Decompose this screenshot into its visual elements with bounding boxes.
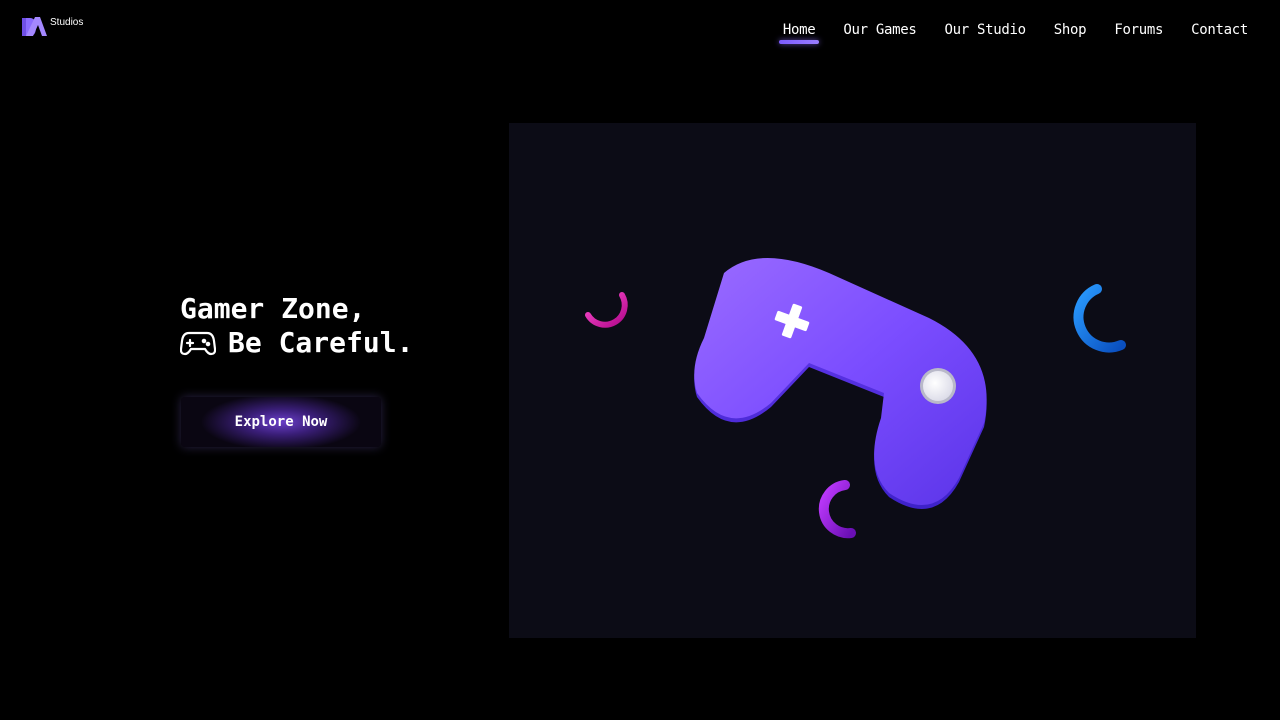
- hero-line-2-text: Be Careful.: [228, 326, 414, 359]
- main-nav: Home Our Games Our Studio Shop Forums Co…: [778, 22, 1252, 44]
- nav-item-contact[interactable]: Contact: [1187, 22, 1252, 42]
- hero-title: Gamer Zone, Be Careful.: [180, 292, 413, 360]
- hero-line-1: Gamer Zone,: [180, 292, 366, 325]
- hero-illustration-panel: [509, 123, 1196, 638]
- nav-item-our-studio[interactable]: Our Studio: [941, 22, 1030, 42]
- brand-logo[interactable]: Studios: [22, 16, 83, 38]
- nav-item-forums[interactable]: Forums: [1110, 22, 1167, 42]
- blue-ring-decoration: [1073, 284, 1126, 353]
- hero-line-2: Be Careful.: [180, 326, 413, 360]
- nav-item-home[interactable]: Home: [778, 22, 820, 44]
- gamepad-3d-illustration: [585, 258, 1126, 539]
- nav-item-shop[interactable]: Shop: [1050, 22, 1091, 42]
- nav-item-our-games[interactable]: Our Games: [839, 22, 920, 42]
- page: Studios Home Our Games Our Studio Shop F…: [0, 0, 1280, 720]
- gamepad-icon: [180, 329, 216, 357]
- pink-ring-decoration: [585, 292, 628, 328]
- purple-ring-decoration: [818, 480, 856, 539]
- explore-now-button[interactable]: Explore Now: [181, 397, 381, 447]
- da-logo-icon: [22, 17, 47, 36]
- brand-name: Studios: [50, 17, 84, 28]
